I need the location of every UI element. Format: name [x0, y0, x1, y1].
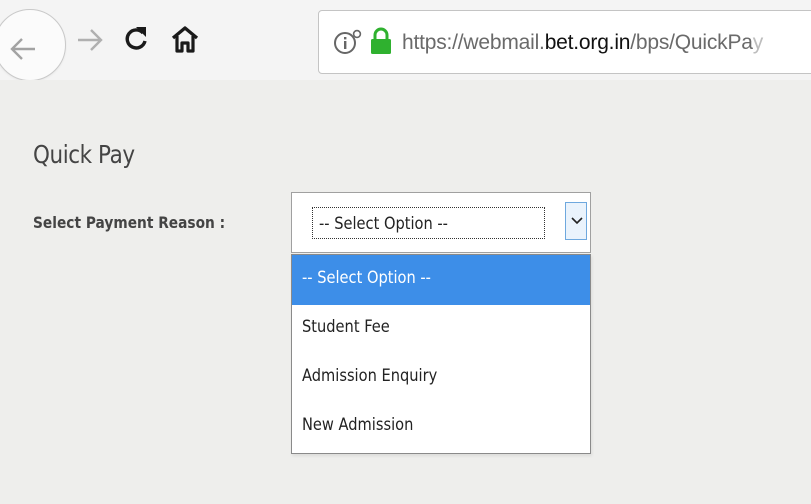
page-content: Quick Pay Select Payment Reason : -- Sel…	[0, 80, 811, 504]
option-label: -- Select Option --	[302, 268, 431, 288]
url-path: /bps/QuickPa	[630, 31, 753, 54]
payment-reason-select[interactable]: -- Select Option --	[291, 192, 591, 253]
option-label: New Admission	[302, 415, 414, 435]
info-icon[interactable]	[333, 28, 363, 56]
chevron-down-icon	[571, 217, 583, 225]
option-select-option[interactable]: -- Select Option --	[292, 255, 590, 305]
lock-icon	[371, 27, 391, 54]
option-label: Student Fee	[302, 317, 390, 337]
url-text[interactable]: https://webmail.bet.org.in/bps/QuickPay	[402, 31, 763, 55]
reload-icon[interactable]	[122, 25, 150, 53]
url-host: bet.org.in	[544, 31, 631, 54]
payment-reason-dropdown: -- Select Option -- Student Fee Admissio…	[291, 254, 591, 454]
back-arrow-icon	[10, 38, 35, 60]
option-student-fee[interactable]: Student Fee	[292, 304, 590, 354]
forward-arrow-icon[interactable]	[77, 28, 103, 52]
home-icon[interactable]	[170, 25, 200, 53]
payment-reason-label: Select Payment Reason :	[33, 213, 226, 232]
select-dropdown-button[interactable]	[565, 202, 587, 240]
option-new-admission[interactable]: New Admission	[292, 402, 590, 452]
url-prefix: https://webmail.	[402, 31, 545, 54]
option-label: Admission Enquiry	[302, 366, 438, 386]
browser-toolbar: https://webmail.bet.org.in/bps/QuickPay	[0, 0, 811, 81]
back-button[interactable]	[0, 9, 66, 81]
url-overflow: y	[752, 31, 764, 54]
url-bar[interactable]: https://webmail.bet.org.in/bps/QuickPay	[318, 10, 811, 74]
option-admission-enquiry[interactable]: Admission Enquiry	[292, 353, 590, 403]
select-current-value: -- Select Option --	[319, 214, 448, 234]
select-focus-ring: -- Select Option --	[312, 207, 545, 239]
page-title: Quick Pay	[33, 140, 135, 169]
